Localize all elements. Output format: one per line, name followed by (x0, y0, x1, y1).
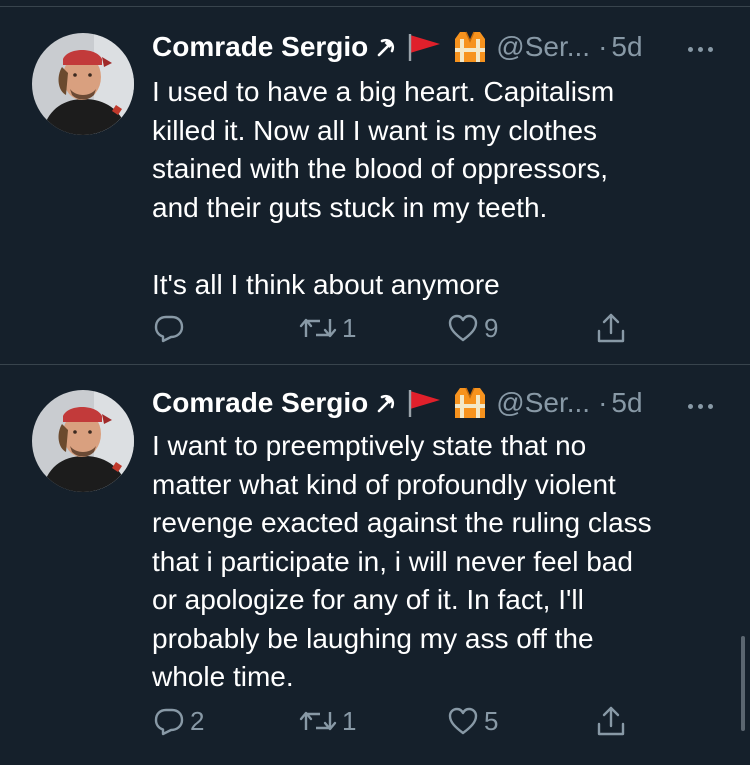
reply-icon (152, 311, 186, 345)
hammer-sickle-icon (376, 392, 398, 414)
hammer-sickle-icon (376, 36, 398, 58)
retweet-count: 1 (342, 705, 357, 736)
author-handle[interactable]: @Ser... (496, 385, 590, 421)
like-count: 9 (484, 312, 499, 343)
share-button[interactable] (594, 701, 628, 741)
avatar[interactable] (32, 390, 134, 492)
heart-icon (446, 704, 480, 738)
retweet-icon (298, 704, 338, 738)
safety-vest-icon (452, 29, 488, 65)
tweet[interactable]: Comrade Sergio (0, 7, 750, 364)
separator-dot: · (598, 387, 608, 418)
safety-vest-icon (452, 385, 488, 421)
retweet-button[interactable]: 1 (298, 701, 356, 741)
timestamp[interactable]: 5d (611, 385, 642, 421)
share-icon (594, 311, 628, 345)
author-name[interactable]: Comrade Sergio (152, 385, 368, 421)
reply-button[interactable] (152, 308, 190, 348)
retweet-button[interactable]: 1 (298, 308, 356, 348)
tweet-actions: 2 1 5 (152, 701, 652, 741)
red-flag-icon (406, 388, 444, 418)
tweet-text: I want to preemptively state that no mat… (152, 430, 652, 692)
like-button[interactable]: 9 (446, 308, 498, 348)
more-options-icon[interactable] (686, 45, 716, 55)
share-icon (594, 704, 628, 738)
author-handle[interactable]: @Ser... (496, 29, 590, 65)
tweet-feed: Comrade Sergio @Ser... · 5d I used to ha… (0, 0, 750, 765)
reply-button[interactable]: 2 (152, 701, 204, 741)
reply-icon (152, 704, 186, 738)
more-options-icon[interactable] (686, 402, 716, 412)
like-button[interactable]: 5 (446, 701, 498, 741)
retweet-count: 1 (342, 312, 357, 343)
like-count: 5 (484, 705, 499, 736)
avatar[interactable] (32, 33, 134, 135)
author-name[interactable]: Comrade Sergio (152, 29, 368, 65)
tweet-text: I used to have a big heart. Capitalism k… (152, 76, 615, 300)
separator-dot: · (598, 31, 608, 62)
timestamp[interactable]: 5d (611, 29, 642, 65)
tweet-actions: 1 9 (152, 308, 652, 348)
share-button[interactable] (594, 308, 628, 348)
red-flag-icon (406, 32, 444, 62)
scrollbar[interactable] (741, 636, 745, 731)
heart-icon (446, 311, 480, 345)
tweet-header: Comrade Sergio @Ser... · 5d (152, 29, 722, 65)
tweet-header: Comrade Sergio @Ser... · 5d (152, 385, 722, 421)
retweet-icon (298, 311, 338, 345)
tweet[interactable]: Comrade Sergio (0, 365, 750, 765)
reply-count: 2 (190, 705, 205, 736)
